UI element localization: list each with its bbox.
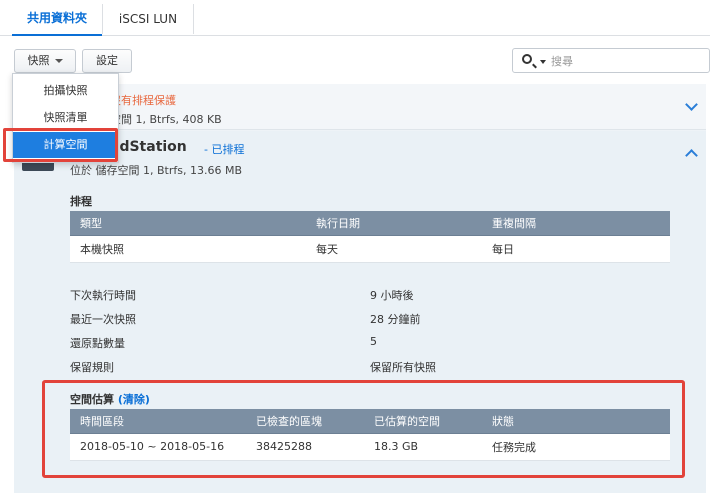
- info-value: 28 分鐘前: [370, 313, 421, 326]
- search-placeholder: 搜尋: [551, 55, 573, 68]
- table-row: 本機快照 每天 每日: [70, 235, 670, 263]
- settings-button[interactable]: 設定: [82, 49, 132, 73]
- column-header: 執行日期: [306, 211, 482, 236]
- protection-status: 沒有排程保護: [110, 94, 176, 107]
- table-cell: 每天: [306, 235, 482, 263]
- expand-icon[interactable]: [685, 98, 698, 111]
- collapse-icon[interactable]: [685, 149, 698, 162]
- tab-bar: 共用資料夾 iSCSI LUN: [0, 0, 710, 36]
- table-cell: 本機快照: [70, 235, 306, 263]
- info-value: 保留所有快照: [370, 361, 436, 374]
- info-label: 最近一次快照: [70, 313, 136, 326]
- search-icon[interactable]: [522, 54, 532, 64]
- column-header: 重複間隔: [482, 211, 670, 236]
- table-header: 類型 執行日期 重複間隔: [70, 211, 670, 236]
- menu-item-take-snapshot[interactable]: 拍攝快照: [13, 78, 118, 104]
- schedule-status: - 已排程: [204, 143, 245, 156]
- column-header: 類型: [70, 211, 306, 236]
- folder-name: adStation: [110, 139, 187, 155]
- tab-shared-folder[interactable]: 共用資料夾: [12, 0, 102, 36]
- folder-location: 空間 1, Btrfs, 408 KB: [110, 113, 222, 126]
- table-cell: 每日: [482, 235, 670, 263]
- info-value: 5: [370, 335, 377, 348]
- snapshot-button-label: 快照: [27, 54, 50, 67]
- info-label: 下次執行時間: [70, 289, 136, 302]
- snapshot-button[interactable]: 快照: [14, 49, 76, 73]
- info-value: 9 小時後: [370, 289, 414, 302]
- chevron-down-icon[interactable]: [540, 60, 546, 64]
- schedule-table: 類型 執行日期 重複間隔 本機快照 每天 每日: [70, 211, 670, 263]
- info-label: 還原點數量: [70, 337, 125, 350]
- search-input[interactable]: 搜尋: [512, 48, 710, 73]
- schedule-section-title: 排程: [70, 195, 92, 208]
- tab-iscsi-lun[interactable]: iSCSI LUN: [102, 4, 194, 34]
- menu-highlight-box: [3, 128, 118, 162]
- chevron-down-icon: [54, 59, 63, 63]
- folder-location: 位於 儲存空間 1, Btrfs, 13.66 MB: [70, 164, 242, 177]
- info-label: 保留規則: [70, 361, 114, 374]
- space-estimate-highlight-box: [42, 380, 685, 478]
